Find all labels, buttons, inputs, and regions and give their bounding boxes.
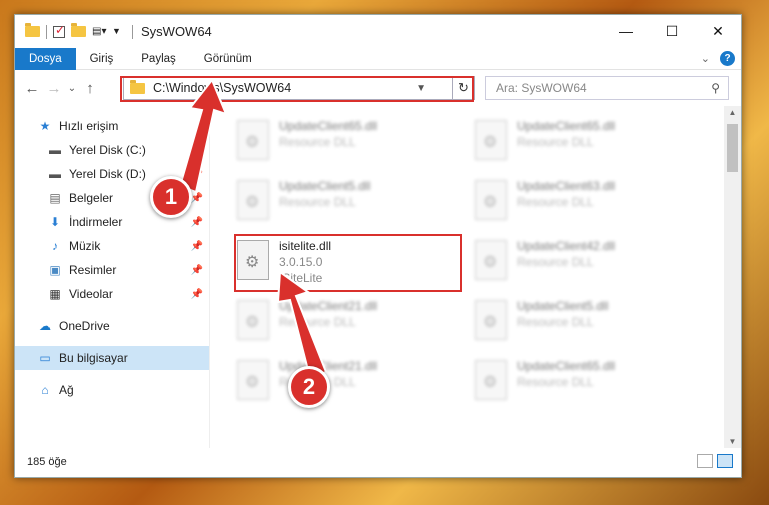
arrow-to-address-bar xyxy=(178,78,228,194)
step-badge-2: 2 xyxy=(288,366,330,408)
annotation-arrows xyxy=(178,78,328,380)
step-badge-1: 1 xyxy=(150,176,192,218)
arrow-to-file xyxy=(276,270,328,380)
